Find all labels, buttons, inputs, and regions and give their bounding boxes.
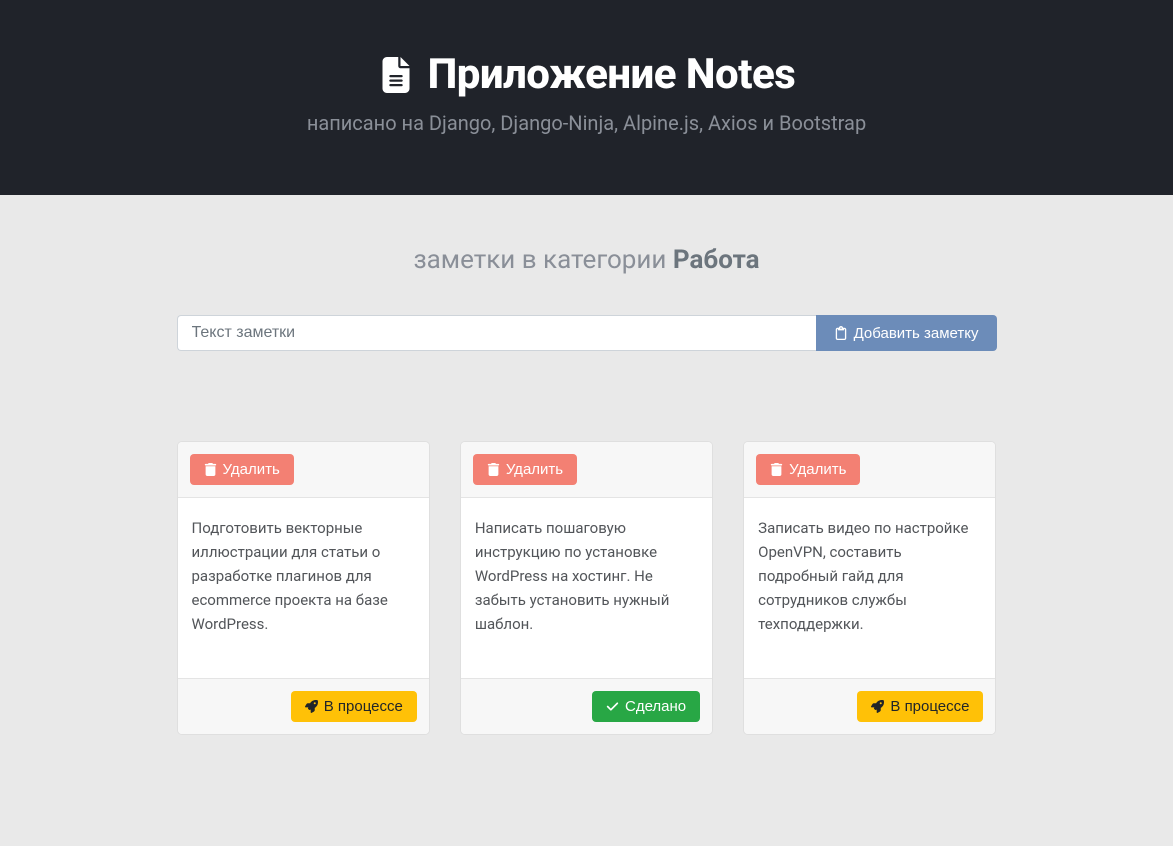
trash-icon [770,463,783,476]
add-note-form: Добавить заметку [177,315,997,351]
add-button-label: Добавить заметку [854,325,979,342]
card-footer: Сделано [461,678,712,734]
status-progress-button[interactable]: В процессе [857,691,983,722]
status-done-button[interactable]: Сделано [592,691,700,722]
card-footer: В процессе [744,678,995,734]
check-icon [606,700,619,713]
section-title: заметки в категории Работа [177,245,997,275]
trash-icon [204,463,217,476]
app-title-text: Приложение Notes [428,50,796,99]
section-prefix: заметки в категории [413,245,672,275]
clipboard-icon [834,326,848,340]
delete-button[interactable]: Удалить [756,454,860,485]
note-text-input[interactable] [177,315,816,351]
status-label: В процессе [890,698,969,715]
card-header: Удалить [178,442,429,498]
delete-label: Удалить [789,461,846,478]
note-text: Записать видео по настройке OpenVPN, сос… [744,498,995,678]
document-icon [378,57,414,93]
rocket-icon [871,700,884,713]
status-label: Сделано [625,698,686,715]
delete-label: Удалить [223,461,280,478]
rocket-icon [305,700,318,713]
note-card: Удалить Написать пошаговую инструкцию по … [460,441,713,735]
note-card: Удалить Записать видео по настройке OpenV… [743,441,996,735]
card-header: Удалить [461,442,712,498]
status-label: В процессе [324,698,403,715]
section-category: Работа [673,245,760,275]
notes-grid: Удалить Подготовить векторные иллюстрации… [177,441,997,735]
app-subtitle: написано на Django, Django-Ninja, Alpine… [20,111,1153,135]
delete-label: Удалить [506,461,563,478]
app-header: Приложение Notes написано на Django, Dja… [0,0,1173,195]
add-note-button[interactable]: Добавить заметку [816,315,997,351]
note-card: Удалить Подготовить векторные иллюстрации… [177,441,430,735]
card-header: Удалить [744,442,995,498]
status-progress-button[interactable]: В процессе [291,691,417,722]
app-title: Приложение Notes [378,50,796,99]
note-text: Подготовить векторные иллюстрации для ст… [178,498,429,678]
delete-button[interactable]: Удалить [473,454,577,485]
card-footer: В процессе [178,678,429,734]
note-text: Написать пошаговую инструкцию по установ… [461,498,712,678]
delete-button[interactable]: Удалить [190,454,294,485]
trash-icon [487,463,500,476]
